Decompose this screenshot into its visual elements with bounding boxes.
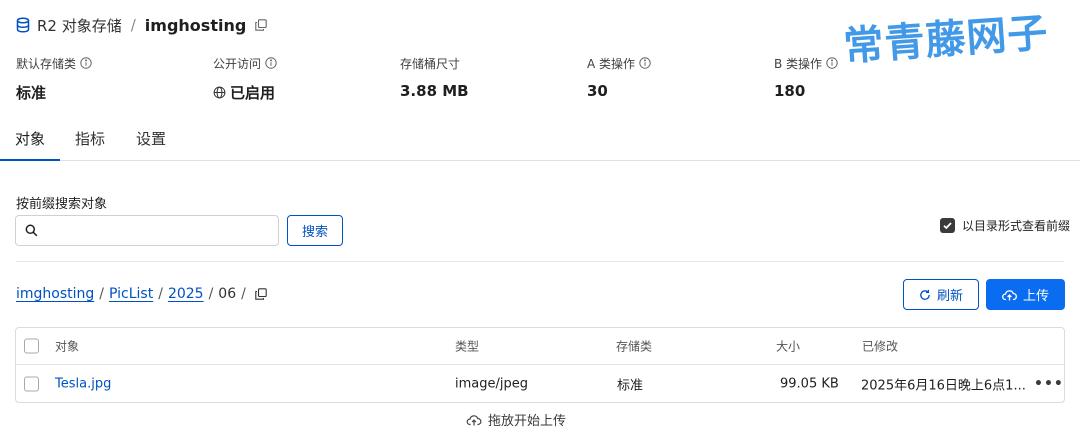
stat-label: 公开访问	[213, 56, 262, 71]
watermark-text: 常青藤网子	[842, 10, 1050, 71]
upload-label: 上传	[1022, 289, 1049, 304]
breadcrumb-bucket[interactable]: imghosting	[16, 286, 94, 302]
objects-table: 对象 类型 存储类 大小 已修改 Tesla.jpg image/jpeg 标准…	[15, 327, 1065, 403]
breadcrumb-month: 06	[218, 286, 237, 302]
stat-label: B 类操作	[774, 56, 823, 71]
breadcrumb: imghosting / PicList / 2025 / 06 /	[16, 286, 267, 302]
cloud-upload-icon	[466, 414, 482, 426]
refresh-icon	[919, 289, 931, 301]
search-icon	[25, 224, 38, 237]
stat-label: A 类操作	[587, 56, 636, 71]
stat-value: 3.88 MB	[400, 82, 469, 100]
object-modified: 2025年6月16日晚上6点1...	[861, 378, 1026, 394]
globe-icon	[213, 86, 226, 99]
drop-upload-zone[interactable]: 拖放开始上传	[466, 410, 566, 429]
breadcrumb-piclist[interactable]: PicList	[109, 286, 153, 302]
info-icon[interactable]	[80, 57, 92, 69]
database-icon	[16, 17, 30, 33]
section-divider	[16, 261, 1064, 262]
copy-path-icon[interactable]	[255, 288, 267, 300]
tab-objects[interactable]: 对象	[15, 128, 45, 149]
info-icon[interactable]	[639, 57, 651, 69]
stat-bucket-size: 存储桶尺寸 3.88 MB	[400, 55, 469, 101]
stat-label: 存储桶尺寸	[400, 56, 461, 71]
breadcrumb-separator: /	[208, 286, 214, 302]
tab-settings[interactable]: 设置	[136, 128, 166, 149]
directory-view-label: 以目录形式查看前缀	[962, 219, 1071, 233]
stat-class-b-operations: B 类操作 180	[774, 55, 838, 100]
page-header: R2 对象存储 / imghosting	[16, 12, 268, 38]
column-header-modified[interactable]: 已修改	[862, 338, 898, 355]
search-input[interactable]	[45, 216, 278, 245]
stat-value: 标准	[16, 84, 47, 102]
object-type: image/jpeg	[455, 376, 528, 392]
search-field[interactable]	[15, 215, 279, 246]
object-size: 99.05 KB	[780, 376, 839, 392]
breadcrumb-separator: /	[241, 286, 246, 302]
stat-public-access: 公开访问 已启用	[213, 55, 277, 103]
copy-icon[interactable]	[255, 19, 268, 31]
column-header-type[interactable]: 类型	[455, 338, 479, 355]
checkbox-checked-icon[interactable]	[940, 218, 955, 233]
info-icon[interactable]	[265, 57, 277, 69]
row-checkbox[interactable]	[24, 376, 39, 392]
refresh-label: 刷新	[936, 289, 963, 304]
breadcrumb-separator: /	[99, 286, 105, 302]
object-name-link[interactable]: Tesla.jpg	[55, 377, 111, 392]
more-actions-icon[interactable]: •••	[1034, 376, 1064, 392]
column-header-object[interactable]: 对象	[55, 338, 79, 355]
dropzone-label: 拖放开始上传	[488, 414, 567, 429]
cloud-upload-icon	[1002, 289, 1017, 301]
stat-label: 默认存储类	[16, 56, 77, 71]
active-tab-indicator	[0, 159, 60, 161]
stat-default-storage-class: 默认存储类 标准	[16, 55, 92, 103]
stat-value: 180	[774, 82, 806, 100]
bucket-name: imghosting	[144, 15, 247, 35]
select-all-checkbox[interactable]	[24, 338, 39, 354]
tab-bar: 对象 指标 设置	[0, 118, 1080, 161]
stat-value: 30	[587, 82, 608, 100]
upload-button[interactable]: 上传	[986, 279, 1065, 310]
service-title[interactable]: R2 对象存储	[37, 15, 122, 36]
stat-value: 已启用	[230, 84, 276, 102]
search-label: 按前缀搜索对象	[16, 197, 108, 212]
refresh-button[interactable]: 刷新	[903, 279, 979, 310]
tab-metrics[interactable]: 指标	[75, 128, 105, 149]
table-header: 对象 类型 存储类 大小 已修改	[16, 328, 1064, 365]
table-row: Tesla.jpg image/jpeg 标准 99.05 KB 2025年6月…	[16, 365, 1064, 403]
stat-class-a-operations: A 类操作 30	[587, 55, 651, 100]
directory-view-toggle[interactable]: 以目录形式查看前缀	[940, 217, 1070, 234]
column-header-storage-class[interactable]: 存储类	[616, 338, 652, 355]
breadcrumb-separator: /	[158, 286, 163, 302]
object-storage-class: 标准	[617, 378, 644, 394]
search-button[interactable]: 搜索	[287, 215, 343, 246]
info-icon[interactable]	[826, 57, 838, 69]
header-separator: /	[130, 16, 136, 34]
breadcrumb-year[interactable]: 2025	[168, 286, 204, 302]
column-header-size[interactable]: 大小	[776, 338, 800, 355]
